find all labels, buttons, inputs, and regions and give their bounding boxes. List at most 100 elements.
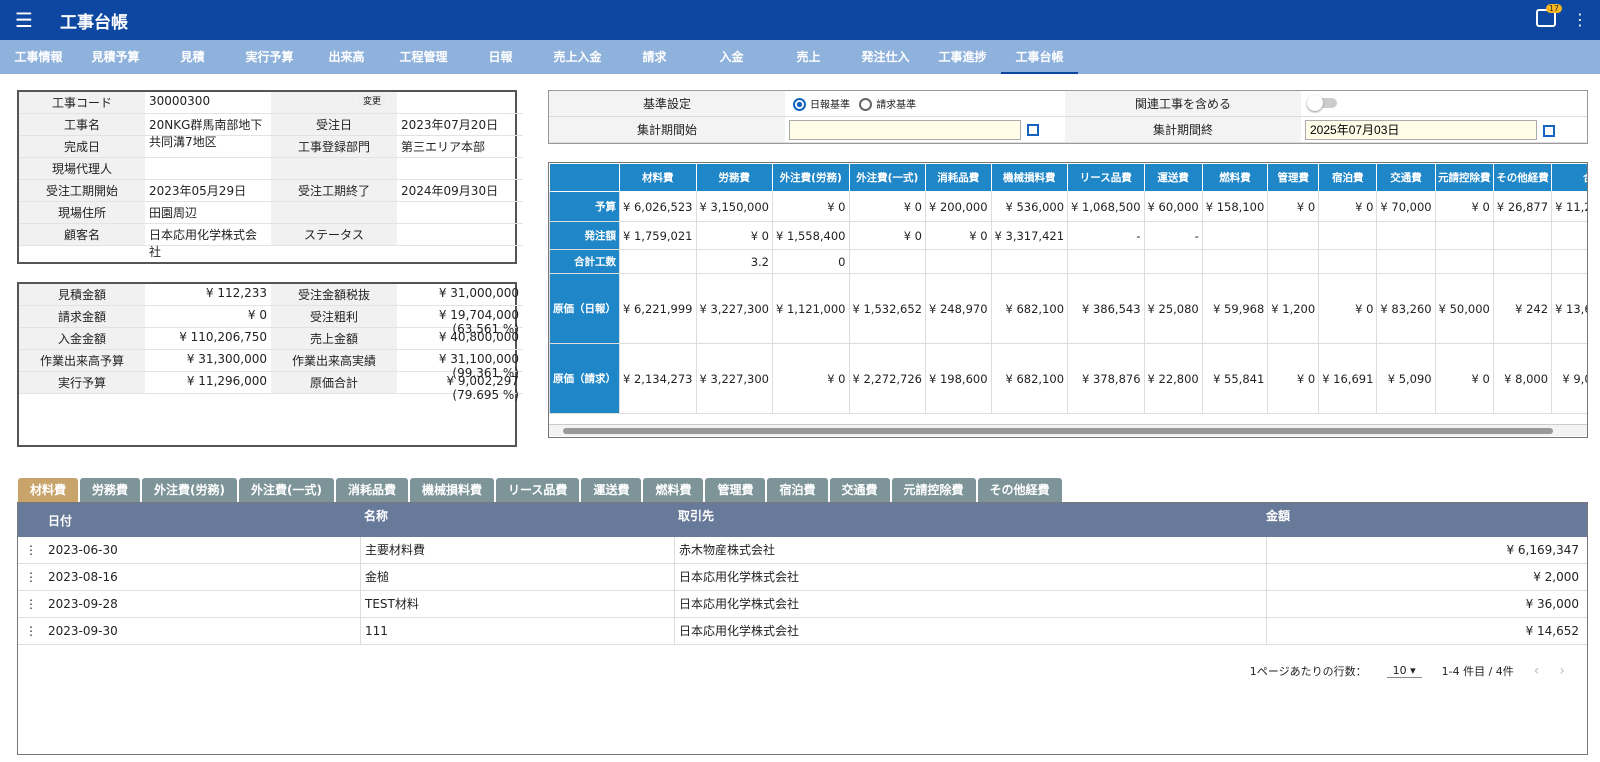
subtab-6[interactable]: リース品費	[496, 478, 580, 502]
seikyu-radio[interactable]	[859, 98, 873, 112]
period-start-input[interactable]	[789, 119, 1021, 140]
calendar-icon[interactable]	[1543, 124, 1555, 137]
tab-3[interactable]: 実行予算	[231, 40, 308, 74]
subtab-9[interactable]: 管理費	[705, 478, 766, 502]
cost-cell: ¥ 682,100	[990, 273, 1069, 344]
tab-12[interactable]: 工事進捗	[924, 40, 1001, 74]
cost-header: 元請控除費	[1434, 163, 1494, 192]
tab-9[interactable]: 入金	[693, 40, 770, 74]
tab-7[interactable]: 売上入金	[539, 40, 616, 74]
subtab-1[interactable]: 労務費	[80, 478, 141, 502]
row-menu-icon[interactable]: ⋮	[18, 570, 44, 584]
change-button[interactable]: 変更	[358, 94, 385, 107]
related-label: 関連工事を含める	[1065, 91, 1301, 116]
cost-summary-table: 材料費 労務費 外注費(労務) 外注費(一式) 消耗品費 機械損料費 リース品費 運送費 燃料費…	[548, 162, 1588, 438]
subtab-13[interactable]: その他経費	[977, 478, 1062, 502]
cost-cell: ¥ 50,000	[1434, 273, 1494, 344]
cost-cell: ¥ 200,000	[925, 191, 992, 222]
subtab-2[interactable]: 外注費(労務)	[142, 478, 238, 502]
cost-cell: ¥ 1,759,021	[619, 221, 697, 250]
page-title: 工事台帳	[60, 12, 128, 33]
field-value: 2023年05月29日	[145, 180, 271, 202]
menu-icon[interactable]: ☰	[0, 8, 48, 32]
row-menu-icon[interactable]: ⋮	[18, 597, 44, 611]
table-row[interactable]: ⋮ 2023-08-16 金槌 日本応用化学株式会社 ¥ 2,000	[18, 564, 1587, 591]
subtab-11[interactable]: 交通費	[829, 478, 890, 502]
subtab-12[interactable]: 元請控除費	[891, 478, 976, 502]
horizontal-scrollbar[interactable]	[549, 424, 1587, 436]
cost-cell	[848, 249, 926, 274]
cost-cell	[1492, 249, 1553, 274]
tab-11[interactable]: 発注仕入	[847, 40, 924, 74]
tab-10[interactable]: 売上	[770, 40, 847, 74]
nippo-radio[interactable]	[793, 98, 806, 112]
cost-cell: ¥ 0	[848, 221, 926, 250]
cost-cell: 原価（請求）	[549, 343, 620, 414]
cost-cell	[1067, 249, 1145, 274]
field-label: 作業出来高予算	[19, 350, 145, 372]
table-cell: 日本応用化学株式会社	[674, 564, 1266, 590]
table-cell: ¥ 36,000	[1266, 591, 1587, 617]
cost-cell: ¥ 248,970	[925, 273, 992, 344]
main-tabs: 工事情報 見積予算 見積 実行予算 出来高 工程管理 日報 売上入金 請求 入金 売上 発注仕入 工事進…	[0, 40, 1600, 74]
field-label: 顧客名	[19, 224, 145, 246]
cost-cell	[1376, 221, 1436, 250]
calendar-icon[interactable]	[1027, 124, 1039, 136]
criteria-panel: 基準設定 日報基準 請求基準 関連工事を含める 集計期間始 集計期間終	[548, 90, 1588, 144]
field-label: 現場住所	[19, 202, 145, 224]
cost-cell: 原価（日報）	[549, 273, 620, 344]
field-label: 受注金額税抜	[271, 284, 397, 306]
field-value	[397, 158, 523, 180]
table-cell: 2023-09-30	[48, 624, 118, 638]
subtab-0[interactable]: 材料費	[18, 478, 79, 502]
cost-header: 運送費	[1143, 163, 1203, 192]
tab-6[interactable]: 日報	[462, 40, 539, 74]
field-value: 2024年09月30日	[397, 180, 523, 202]
table-row[interactable]: ⋮ 2023-09-28 TEST材料 日本応用化学株式会社 ¥ 36,000	[18, 591, 1587, 618]
cost-cell: ¥ 25,080	[1143, 273, 1203, 344]
cost-cell	[1318, 221, 1378, 250]
tab-5[interactable]: 工程管理	[385, 40, 462, 74]
subtab-3[interactable]: 外注費(一式)	[239, 478, 334, 502]
cost-cell: ¥ 22,800	[1143, 343, 1203, 414]
field-label: 完成日	[19, 136, 145, 158]
cost-cell: ¥ 0	[1267, 191, 1320, 222]
prev-page-icon[interactable]: ‹	[1534, 663, 1540, 679]
cost-cell	[990, 249, 1069, 274]
next-page-icon[interactable]: ›	[1559, 663, 1565, 679]
cost-header: リース品費	[1067, 163, 1145, 192]
cost-cell	[1201, 221, 1269, 250]
subtab-8[interactable]: 燃料費	[643, 478, 704, 502]
cost-cell: ¥ 198,600	[925, 343, 992, 414]
field-value: ¥ 31,300,000	[145, 350, 271, 372]
tab-8[interactable]: 請求	[616, 40, 693, 74]
subtab-7[interactable]: 運送費	[581, 478, 642, 502]
more-vert-icon[interactable]: ⋮	[1572, 10, 1588, 29]
cost-cell: ¥ 26,877	[1492, 191, 1553, 222]
cost-cell: ¥ 59,968	[1201, 273, 1269, 344]
period-end-input[interactable]	[1305, 119, 1537, 140]
tab-2[interactable]: 見積	[154, 40, 231, 74]
table-cell: 2023-08-16	[48, 570, 118, 584]
tab-13[interactable]: 工事台帳	[1001, 40, 1078, 74]
row-menu-icon[interactable]: ⋮	[18, 543, 44, 557]
subtab-4[interactable]: 消耗品費	[336, 478, 409, 502]
field-label: 受注工期終了	[271, 180, 397, 202]
cost-header: 外注費(労務)	[772, 163, 850, 192]
rows-per-page-select[interactable]: 10 ▾	[1386, 664, 1422, 678]
tab-1[interactable]: 見積予算	[77, 40, 154, 74]
table-row[interactable]: ⋮ 2023-06-30 主要材料費 赤木物産株式会社 ¥ 6,169,347	[18, 537, 1587, 564]
table-cell: ¥ 14,652	[1266, 618, 1587, 644]
table-cell: 日本応用化学株式会社	[674, 591, 1266, 617]
table-row[interactable]: ⋮ 2023-09-30 111 日本応用化学株式会社 ¥ 14,652	[18, 618, 1587, 645]
subtab-10[interactable]: 宿泊費	[767, 478, 828, 502]
field-value: ¥ 31,100,000 (99.361 %)	[397, 350, 523, 380]
subtab-5[interactable]: 機械損料費	[410, 478, 495, 502]
cost-cell: ¥ 13,640,314	[1551, 273, 1587, 344]
cost-cell: ¥ 3,317,421	[990, 221, 1069, 250]
tab-0[interactable]: 工事情報	[0, 40, 77, 74]
field-label: 現場代理人	[19, 158, 145, 180]
related-toggle[interactable]	[1307, 94, 1337, 111]
row-menu-icon[interactable]: ⋮	[18, 624, 44, 638]
tab-4[interactable]: 出来高	[308, 40, 385, 74]
